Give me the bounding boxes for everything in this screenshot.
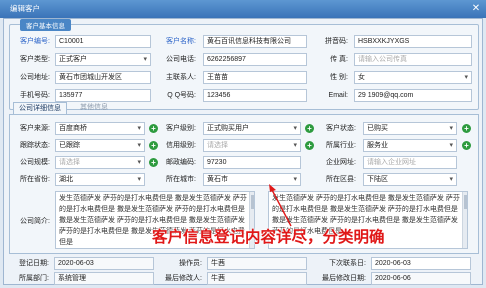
main-contact-label: 主联系人: <box>166 74 196 81</box>
province-label: 所在省份: <box>20 176 50 183</box>
district-select[interactable]: 下陆区 <box>363 173 457 186</box>
detail-tabs: 公司详细信息 其他信息 <box>9 102 479 114</box>
level-select[interactable]: 正式购买用户 <box>203 122 301 135</box>
title-bar: 编辑客户 ✕ <box>0 0 486 18</box>
source-select[interactable]: 百度商桥 <box>55 122 145 135</box>
add-credit-level-icon[interactable]: + <box>305 141 314 150</box>
pinyin-label: 拼音码: <box>325 38 348 45</box>
company-phone-label: 公司电话: <box>166 56 196 63</box>
add-level-icon[interactable]: + <box>305 124 314 133</box>
pinyin-input[interactable]: HSBXXKJYXGS <box>354 35 472 48</box>
intro-label: 公司简介: <box>20 218 50 225</box>
close-icon[interactable]: ✕ <box>470 3 482 15</box>
follow-status-select[interactable]: 已跟踪 <box>55 139 145 152</box>
credit-level-select[interactable]: 请选择 <box>203 139 301 152</box>
status-label: 客户状态: <box>326 125 356 132</box>
add-source-icon[interactable]: + <box>149 124 158 133</box>
annotation-arrow-icon <box>269 184 292 227</box>
window-title: 编辑客户 <box>10 4 40 13</box>
mobile-input[interactable]: 135977 <box>55 89 151 102</box>
qq-label: Q Q号码: <box>167 92 196 99</box>
company-address-label: 公司地址: <box>20 74 50 81</box>
industry-select[interactable]: 服务业 <box>363 139 457 152</box>
register-date-value: 2020-06-03 <box>54 257 154 270</box>
intro-right-scrollbar[interactable] <box>462 192 467 248</box>
next-contact-input[interactable]: 2020-06-03 <box>371 257 471 270</box>
next-contact-label: 下次联系日: <box>329 260 366 267</box>
company-size-label: 公司规模: <box>20 159 50 166</box>
tab-company-detail[interactable]: 公司详细信息 <box>13 102 67 114</box>
industry-label: 所属行业: <box>326 142 356 149</box>
gender-label: 性 别: <box>330 74 348 81</box>
province-select[interactable]: 湖北 <box>55 173 145 186</box>
company-address-input[interactable]: 黄石市团城山开发区 <box>55 71 151 84</box>
last-modified-label: 最后修改日期: <box>322 275 366 282</box>
fax-input[interactable]: 请输入公司传真 <box>354 53 472 66</box>
add-industry-icon[interactable]: + <box>462 141 471 150</box>
basic-info-legend: 客户基本信息 <box>20 19 71 31</box>
tab-other-info[interactable]: 其他信息 <box>75 102 113 114</box>
last-modifier-label: 最后修改人: <box>165 275 202 282</box>
website-label: 企业网址: <box>326 159 356 166</box>
annotation-caption: 客户信息登记内容详尽，分类明确 <box>152 228 385 246</box>
add-follow-status-icon[interactable]: + <box>149 141 158 150</box>
city-label: 所在城市: <box>166 176 196 183</box>
qq-input[interactable]: 123456 <box>203 89 307 102</box>
last-modified-value: 2020-06-06 <box>371 272 471 285</box>
level-label: 客户级别: <box>166 125 196 132</box>
operator-label: 操作员: <box>179 260 202 267</box>
customer-type-select[interactable]: 正式客户 <box>55 53 151 66</box>
main-contact-input[interactable]: 王苗苗 <box>203 71 307 84</box>
operator-value: 牛茜 <box>207 257 307 270</box>
postal-code-input[interactable]: 97230 <box>203 156 301 169</box>
postal-code-label: 邮政编码: <box>166 159 196 166</box>
customer-type-label: 客户类型: <box>20 56 50 63</box>
customer-name-label: 客户名称: <box>166 38 196 45</box>
source-label: 客户来源: <box>20 125 50 132</box>
add-status-icon[interactable]: + <box>462 124 471 133</box>
follow-status-label: 跟踪状态: <box>20 142 50 149</box>
last-modifier-value: 牛茜 <box>207 272 307 285</box>
customer-name-input[interactable]: 黄石百讯信息科技有限公司 <box>203 35 307 48</box>
company-phone-input[interactable]: 6262256897 <box>203 53 307 66</box>
dialog-body: 客户基本信息 客户编号: C10001 客户名称: 黄石百讯信息科技有限公司 拼… <box>3 18 483 285</box>
add-company-size-icon[interactable]: + <box>149 158 158 167</box>
email-label: Email: <box>328 92 348 99</box>
fax-label: 传 真: <box>330 56 348 63</box>
register-date-label: 登记日期: <box>19 260 49 267</box>
credit-level-label: 信用级别: <box>166 142 196 149</box>
customer-no-label: 客户编号: <box>20 38 50 45</box>
customer-no-input[interactable]: C10001 <box>55 35 151 48</box>
gender-select[interactable]: 女 <box>354 71 472 84</box>
record-footer: 登记日期: 2020-06-03 操作员: 牛茜 下次联系日: 2020-06-… <box>9 255 479 285</box>
website-input[interactable]: 请输入企业网址 <box>363 156 457 169</box>
department-value: 系统管理 <box>54 272 154 285</box>
email-input[interactable]: 29 1909@qq.com <box>354 89 472 102</box>
mobile-label: 手机号码: <box>20 92 50 99</box>
company-size-select[interactable]: 请选择 <box>55 156 145 169</box>
district-label: 所在区县: <box>326 176 356 183</box>
department-label: 所属部门: <box>19 275 49 282</box>
status-select[interactable]: 已购买 <box>363 122 457 135</box>
basic-info-group: 客户基本信息 客户编号: C10001 客户名称: 黄石百讯信息科技有限公司 拼… <box>9 19 479 110</box>
